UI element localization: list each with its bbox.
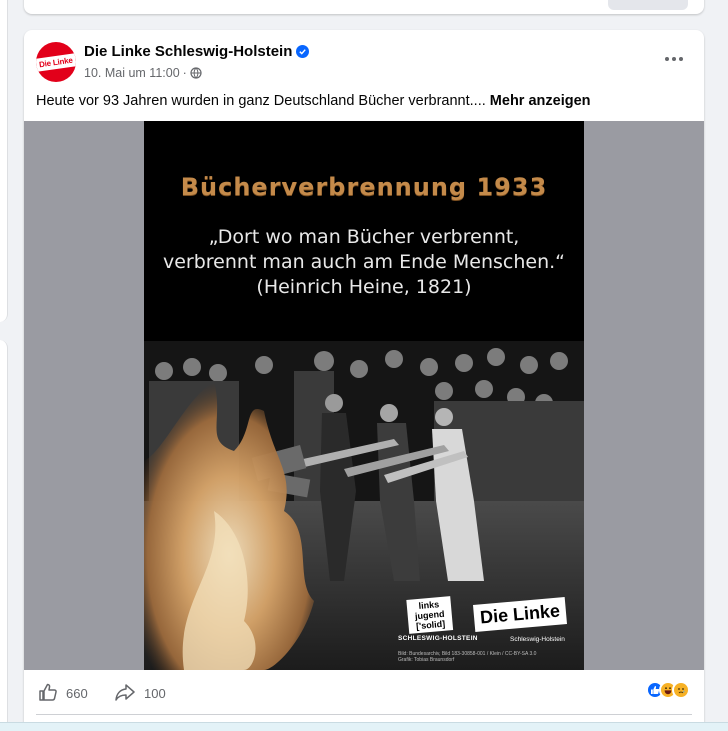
poster-quote-author: (Heinrich Heine, 1821) [256, 276, 472, 298]
meta-separator: · [182, 66, 187, 80]
share-count-button[interactable]: 100 [114, 682, 166, 705]
post-image[interactable]: Bücherverbrennung 1933 „Dort wo man Büch… [24, 121, 704, 670]
previous-post-card [24, 0, 704, 14]
post-text: Heute vor 93 Jahren wurden in ganz Deuts… [36, 91, 692, 111]
poster-quote: „Dort wo man Bücher verbrennt, verbrennt… [144, 225, 584, 300]
bottom-strip [0, 722, 728, 731]
share-arrow-icon [114, 682, 136, 705]
page-name-link[interactable]: Die Linke Schleswig-Holstein [84, 43, 292, 60]
left-rail-panel-lower [0, 340, 8, 731]
linksjugend-logo: links jugend ['solid] [406, 596, 454, 640]
like-count: 660 [66, 686, 88, 701]
sad-reaction-icon [672, 681, 690, 699]
avatar-logo-text: Die Linke [36, 52, 76, 72]
poster-title: Bücherverbrennung 1933 [180, 173, 548, 201]
post-card: Die Linke Die Linke Schleswig-Holstein 1… [24, 30, 704, 731]
see-more-link[interactable]: Mehr anzeigen [490, 93, 591, 109]
post-text-content: Heute vor 93 Jahren wurden in ganz Deuts… [36, 93, 486, 109]
linksjugend-logo-line3: ['solid] [415, 618, 446, 632]
verified-badge-icon [296, 45, 310, 58]
image-credit: Bild: Bundesarchiv, Bild 183-30858-001 /… [398, 651, 578, 663]
footer-divider [36, 714, 692, 715]
thumbs-up-icon [38, 682, 58, 705]
poster-quote-line1: „Dort wo man Bücher verbrennt, [208, 226, 520, 248]
previous-post-button[interactable] [608, 0, 688, 10]
die-linke-logo-subtitle: Schleswig-Holstein [510, 636, 565, 643]
like-count-button[interactable]: 660 [38, 682, 88, 705]
image-credit-line2: Grafik: Tobias Braunsdorf [398, 657, 455, 663]
post-timestamp[interactable]: 10. Mai um 11:00 [84, 66, 180, 80]
left-rail-panel [0, 0, 8, 322]
more-options-icon[interactable] [656, 46, 692, 72]
page-name-row: Die Linke Schleswig-Holstein [84, 43, 310, 60]
poster: Bücherverbrennung 1933 „Dort wo man Büch… [144, 121, 584, 670]
reactions-summary[interactable] [646, 681, 690, 699]
linksjugend-logo-subtitle: SCHLESWIG-HOLSTEIN [398, 635, 478, 642]
post-meta: 10. Mai um 11:00 · [84, 66, 202, 80]
page-avatar[interactable]: Die Linke [36, 42, 76, 82]
poster-quote-line2: verbrennt man auch am Ende Menschen.“ [162, 251, 566, 273]
post-footer: 660 100 [24, 670, 704, 714]
globe-icon [190, 67, 202, 79]
share-count: 100 [144, 686, 166, 701]
